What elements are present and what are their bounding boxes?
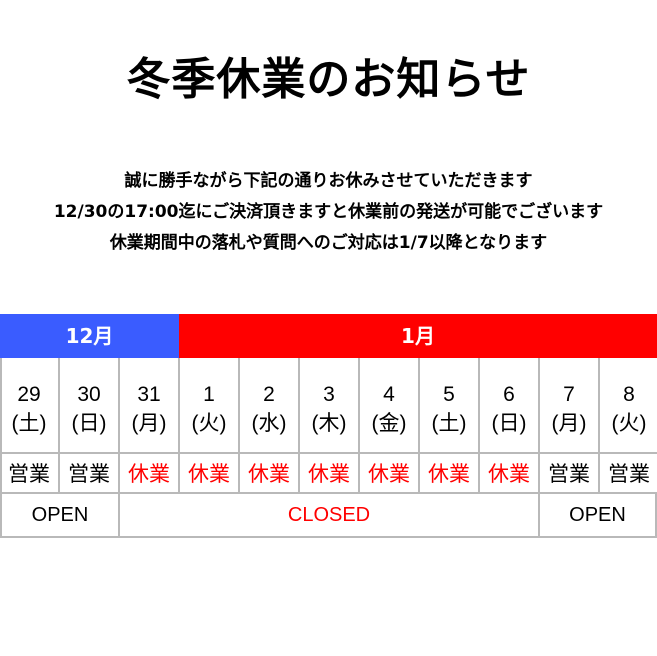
range-open-before: OPEN <box>2 494 120 536</box>
range-open-after: OPEN <box>540 494 657 536</box>
day-number: 4 <box>383 383 395 406</box>
status-closed-label: 休業 <box>120 454 180 494</box>
day-number: 1 <box>203 383 215 406</box>
page-title: 冬季休業のお知らせ <box>126 54 531 105</box>
weekday-label: (水) <box>251 412 287 435</box>
date-cell: 5 (土) <box>420 358 480 454</box>
holiday-calendar: 12月 1月 OPEN CLOSED OPEN 29 (土) 営業 30 (日) 営業 31… <box>0 314 657 538</box>
weekday-label: (土) <box>431 412 467 435</box>
notice-line-3: 休業期間中の落札や質問へのご対応は1/7以降となります <box>109 233 548 253</box>
day-number: 3 <box>323 383 335 406</box>
notice-text: 誠に勝手ながら下記の通りお休みさせていただきます 12/30の17:00迄にご決… <box>0 166 657 259</box>
status-closed-label: 休業 <box>480 454 540 494</box>
weekday-label: (月) <box>131 412 167 435</box>
day-number: 30 <box>77 383 101 406</box>
weekday-label: (火) <box>191 412 227 435</box>
date-cell: 3 (木) <box>300 358 360 454</box>
status-closed-label: 休業 <box>180 454 240 494</box>
status-open-label: 営業 <box>0 454 60 494</box>
date-cell: 29 (土) <box>0 358 60 454</box>
day-number: 8 <box>623 383 635 406</box>
month-header-december: 12月 <box>0 314 179 358</box>
status-closed-label: 休業 <box>240 454 300 494</box>
date-cell: 2 (水) <box>240 358 300 454</box>
weekday-label: (火) <box>611 412 647 435</box>
notice-line-2: 12/30の17:00迄にご決済頂きますと休業前の発送が可能でございます <box>53 202 604 222</box>
range-closed: CLOSED <box>120 494 540 536</box>
date-cell: 31 (月) <box>120 358 180 454</box>
day-number: 2 <box>263 383 275 406</box>
weekday-label: (木) <box>311 412 347 435</box>
weekday-label: (月) <box>551 412 587 435</box>
status-closed-label: 休業 <box>420 454 480 494</box>
status-open-label: 営業 <box>540 454 600 494</box>
day-number: 6 <box>503 383 515 406</box>
day-number: 29 <box>17 383 41 406</box>
date-cell: 7 (月) <box>540 358 600 454</box>
status-open-label: 営業 <box>600 454 657 494</box>
status-open-label: 営業 <box>60 454 120 494</box>
month-header-january: 1月 <box>179 314 657 358</box>
day-number: 7 <box>563 383 575 406</box>
weekday-label: (日) <box>71 412 107 435</box>
weekday-label: (土) <box>11 412 47 435</box>
date-cell: 6 (日) <box>480 358 540 454</box>
date-cell: 4 (金) <box>360 358 420 454</box>
notice-line-1: 誠に勝手ながら下記の通りお休みさせていただきます <box>124 171 533 191</box>
weekday-label: (日) <box>491 412 527 435</box>
date-cell: 1 (火) <box>180 358 240 454</box>
day-number: 31 <box>137 383 161 406</box>
date-cell: 8 (火) <box>600 358 657 454</box>
day-number: 5 <box>443 383 455 406</box>
status-closed-label: 休業 <box>360 454 420 494</box>
weekday-label: (金) <box>371 412 407 435</box>
calendar-grid: OPEN CLOSED OPEN 29 (土) 営業 30 (日) 営業 31 (月) 休業 1 (… <box>0 358 657 538</box>
status-closed-label: 休業 <box>300 454 360 494</box>
date-cell: 30 (日) <box>60 358 120 454</box>
